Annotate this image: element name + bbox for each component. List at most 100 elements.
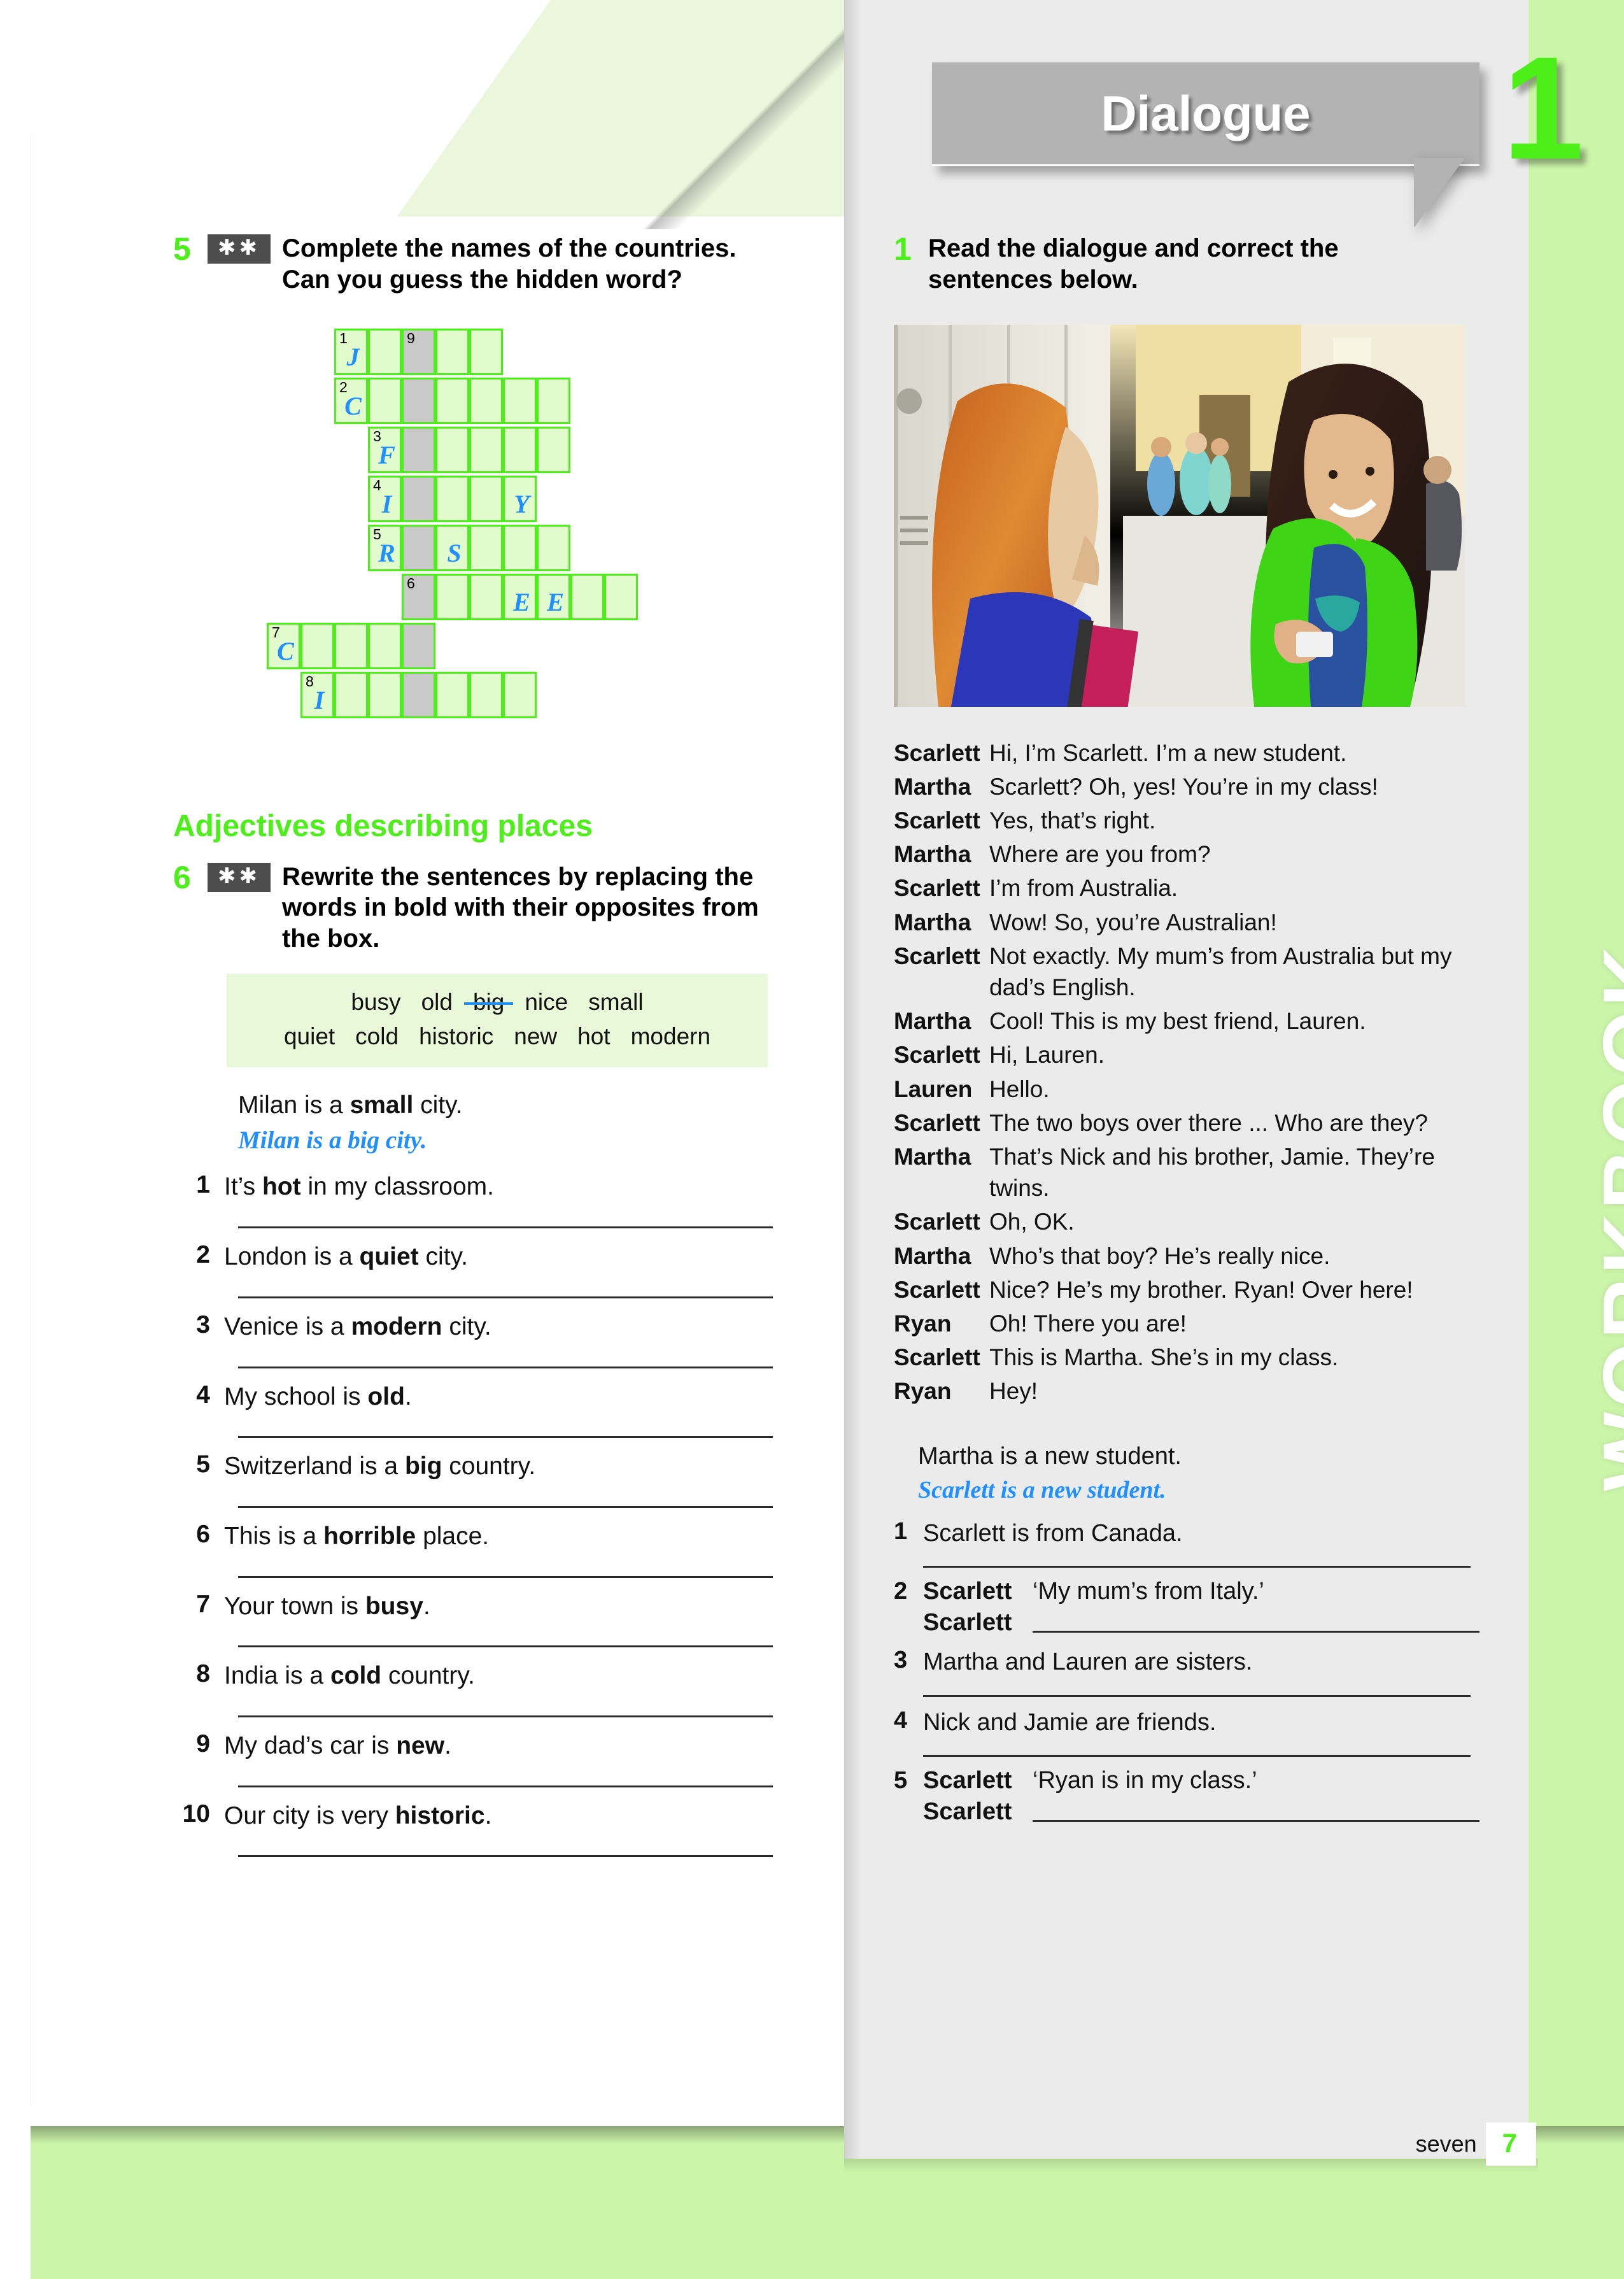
item-answer-speaker: Scarlett: [923, 1798, 1012, 1826]
crossword-cell[interactable]: 7C: [267, 622, 300, 669]
dialogue-text: Who’s that boy? He’s really nice.: [989, 1242, 1331, 1269]
crossword-cell[interactable]: E: [537, 573, 570, 620]
dialogue-line: Scarlett Not exactly. My mum’s from Austr…: [894, 941, 1479, 1003]
dialogue-speaker: Scarlett: [894, 739, 980, 766]
answer-write-line[interactable]: [238, 1366, 773, 1368]
answer-write-line[interactable]: [238, 1505, 773, 1508]
crossword-shaded-cell[interactable]: [402, 426, 435, 473]
crossword-cell[interactable]: [503, 426, 537, 473]
crossword-cell[interactable]: [334, 622, 368, 669]
crossword-cell[interactable]: [435, 426, 469, 473]
answer-write-line[interactable]: [238, 1296, 773, 1298]
dialogue-text: Nice? He’s my brother. Ryan! Over here!: [989, 1276, 1413, 1303]
crossword-shaded-cell[interactable]: [402, 377, 435, 424]
word-bank-item[interactable]: new: [514, 1023, 557, 1049]
word-bank-item[interactable]: quiet: [284, 1023, 335, 1049]
dialogue-speaker: Martha: [894, 1008, 971, 1035]
crossword-cell[interactable]: [368, 671, 402, 718]
crossword-answer-letter: S: [447, 538, 462, 567]
crossword-cell[interactable]: [503, 524, 537, 571]
answer-write-line[interactable]: [238, 1226, 773, 1229]
crossword-shaded-cell[interactable]: 6: [402, 573, 435, 620]
answer-write-line[interactable]: [923, 1694, 1471, 1697]
crossword-cell[interactable]: [435, 573, 469, 620]
crossword-cell[interactable]: 1J: [334, 328, 368, 375]
word-bank-item[interactable]: modern: [631, 1023, 710, 1049]
crossword-cell[interactable]: 2C: [334, 377, 368, 424]
answer-write-line[interactable]: [238, 1855, 773, 1857]
crossword-cell[interactable]: [604, 573, 638, 620]
crossword-cell[interactable]: [368, 622, 402, 669]
item-body: Scarlett ‘My mum’s from Italy.’ Scarlett: [923, 1578, 1479, 1636]
crossword-shaded-cell[interactable]: [402, 622, 435, 669]
crossword-cell[interactable]: [435, 475, 469, 522]
dialogue-speaker: Ryan: [894, 1378, 952, 1405]
crossword-shaded-cell[interactable]: 9: [402, 328, 435, 375]
crossword-cell[interactable]: [435, 671, 469, 718]
crossword-cell[interactable]: [469, 573, 503, 620]
crossword-cell[interactable]: [469, 524, 503, 571]
exercise-1-heading: 1 Read the dialogue and correct the sent…: [894, 233, 1479, 295]
item-answer-speaker: Scarlett: [923, 1609, 1012, 1636]
crossword-cell[interactable]: [537, 524, 570, 571]
item-body: Martha and Lauren are sisters.: [923, 1647, 1479, 1697]
dialogue-line: Scarlett Hi, Lauren.: [894, 1039, 1479, 1070]
crossword-cell[interactable]: Y: [503, 475, 537, 522]
crossword-shaded-cell[interactable]: [402, 671, 435, 718]
crossword-cell[interactable]: [469, 475, 503, 522]
item-sentence: London is a quiet city.: [224, 1243, 468, 1271]
item-bold-adjective: modern: [351, 1312, 442, 1340]
crossword-shaded-cell[interactable]: [402, 524, 435, 571]
dialogue-speaker: Martha: [894, 841, 971, 868]
word-bank-item[interactable]: nice: [525, 989, 568, 1015]
answer-write-line[interactable]: [923, 1566, 1471, 1568]
crossword-cell[interactable]: [469, 426, 503, 473]
answer-write-line[interactable]: [1033, 1631, 1479, 1633]
crossword-cell[interactable]: 8I: [300, 671, 334, 718]
exercise-5-number: 5: [173, 231, 191, 267]
answer-write-line[interactable]: [1033, 1820, 1479, 1822]
crossword-cell[interactable]: [469, 328, 503, 375]
crossword-cell[interactable]: [435, 328, 469, 375]
answer-write-line[interactable]: [238, 1436, 773, 1438]
crossword-cell[interactable]: [368, 377, 402, 424]
word-bank-item[interactable]: hot: [577, 1023, 610, 1049]
crossword-cell[interactable]: S: [435, 524, 469, 571]
word-bank-item[interactable]: big: [473, 989, 504, 1015]
item-number: 8: [196, 1660, 210, 1688]
crossword-cell[interactable]: 4I: [368, 475, 402, 522]
answer-write-line[interactable]: [238, 1645, 773, 1648]
crossword-cell[interactable]: [334, 671, 368, 718]
crossword-cell[interactable]: [537, 377, 570, 424]
dialogue-text: The two boys over there ... Who are they…: [989, 1109, 1428, 1136]
word-bank-item[interactable]: cold: [355, 1023, 399, 1049]
crossword-cell[interactable]: [300, 622, 334, 669]
word-bank-item[interactable]: historic: [419, 1023, 493, 1049]
example-prompt: Martha is a new student.: [918, 1442, 1182, 1470]
answer-write-line[interactable]: [238, 1715, 773, 1717]
crossword-cell[interactable]: [469, 377, 503, 424]
crossword-cell[interactable]: [435, 377, 469, 424]
crossword-cell[interactable]: 5R: [368, 524, 402, 571]
crossword-shaded-cell[interactable]: [402, 475, 435, 522]
crossword-cell[interactable]: [368, 328, 402, 375]
crossword-cell[interactable]: [537, 426, 570, 473]
crossword-cell[interactable]: E: [503, 573, 537, 620]
item-number: 3: [196, 1310, 210, 1338]
crossword-grid[interactable]: 1J 9 2C3F4I Y 5R S 6 EE 7C8I: [173, 328, 810, 781]
crossword-cell[interactable]: 3F: [368, 426, 402, 473]
crossword-cell[interactable]: [503, 671, 537, 718]
crossword-cell[interactable]: [570, 573, 604, 620]
answer-write-line[interactable]: [923, 1755, 1471, 1757]
answer-write-line[interactable]: [238, 1785, 773, 1787]
word-bank-item[interactable]: old: [421, 989, 453, 1015]
word-bank-item[interactable]: small: [588, 989, 643, 1015]
item-number: 5: [196, 1451, 210, 1479]
item-sentence: Martha and Lauren are sisters.: [923, 1649, 1253, 1676]
crossword-answer-letter: E: [547, 587, 564, 616]
crossword-cell[interactable]: [503, 377, 537, 424]
item-number: 4: [196, 1381, 210, 1409]
word-bank-item[interactable]: busy: [351, 989, 400, 1015]
crossword-cell[interactable]: [469, 671, 503, 718]
answer-write-line[interactable]: [238, 1575, 773, 1578]
